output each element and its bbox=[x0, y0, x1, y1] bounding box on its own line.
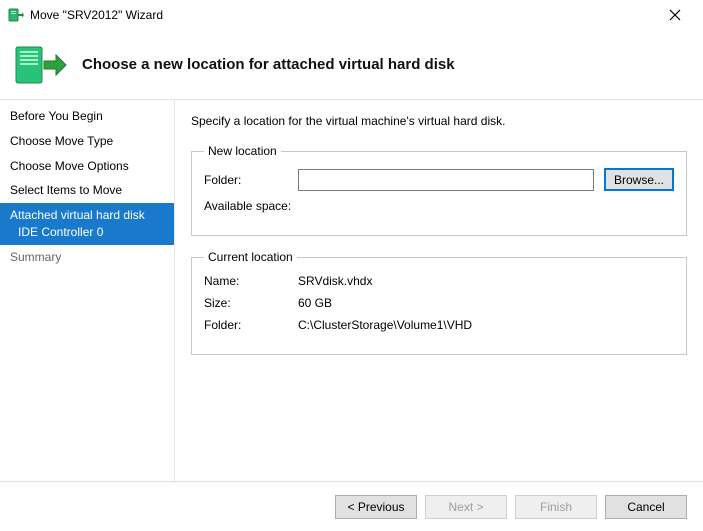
folder-input[interactable] bbox=[298, 169, 594, 191]
server-move-icon bbox=[12, 41, 68, 89]
name-value: SRVdisk.vhdx bbox=[298, 274, 372, 288]
previous-button[interactable]: < Previous bbox=[335, 495, 417, 519]
next-button[interactable]: Next > bbox=[425, 495, 507, 519]
name-label: Name: bbox=[204, 274, 294, 288]
sidebar: Before You Begin Choose Move Type Choose… bbox=[0, 100, 175, 481]
banner: Choose a new location for attached virtu… bbox=[0, 30, 703, 100]
browse-button[interactable]: Browse... bbox=[604, 168, 674, 191]
cur-folder-value: C:\ClusterStorage\Volume1\VHD bbox=[298, 318, 472, 332]
finish-button[interactable]: Finish bbox=[515, 495, 597, 519]
sidebar-item-attached-vhd[interactable]: Attached virtual hard disk IDE Controlle… bbox=[0, 203, 174, 245]
close-button[interactable] bbox=[655, 1, 695, 29]
current-location-legend: Current location bbox=[204, 250, 297, 264]
button-bar: < Previous Next > Finish Cancel bbox=[0, 481, 703, 531]
sidebar-item-summary[interactable]: Summary bbox=[0, 245, 174, 270]
cur-folder-label: Folder: bbox=[204, 318, 294, 332]
sidebar-item-select-items-to-move[interactable]: Select Items to Move bbox=[0, 178, 174, 203]
content-panel: Specify a location for the virtual machi… bbox=[175, 100, 703, 481]
current-location-group: Current location Name: SRVdisk.vhdx Size… bbox=[191, 250, 687, 355]
available-space-label: Available space: bbox=[204, 199, 294, 213]
new-location-legend: New location bbox=[204, 144, 281, 158]
size-label: Size: bbox=[204, 296, 294, 310]
new-location-group: New location Folder: Browse... Available… bbox=[191, 144, 687, 236]
window-title: Move "SRV2012" Wizard bbox=[30, 8, 655, 22]
title-bar: Move "SRV2012" Wizard bbox=[0, 0, 703, 30]
page-title: Choose a new location for attached virtu… bbox=[82, 56, 455, 73]
size-value: 60 GB bbox=[298, 296, 332, 310]
main-split: Before You Begin Choose Move Type Choose… bbox=[0, 100, 703, 481]
sidebar-item-choose-move-type[interactable]: Choose Move Type bbox=[0, 129, 174, 154]
instruction-text: Specify a location for the virtual machi… bbox=[191, 114, 687, 128]
folder-label: Folder: bbox=[204, 173, 294, 187]
sidebar-item-before-you-begin[interactable]: Before You Begin bbox=[0, 104, 174, 129]
sidebar-item-choose-move-options[interactable]: Choose Move Options bbox=[0, 154, 174, 179]
cancel-button[interactable]: Cancel bbox=[605, 495, 687, 519]
close-icon bbox=[669, 9, 681, 21]
sidebar-item-sublabel: IDE Controller 0 bbox=[10, 224, 164, 241]
sidebar-item-label: Attached virtual hard disk bbox=[10, 208, 145, 222]
app-icon bbox=[8, 7, 24, 23]
